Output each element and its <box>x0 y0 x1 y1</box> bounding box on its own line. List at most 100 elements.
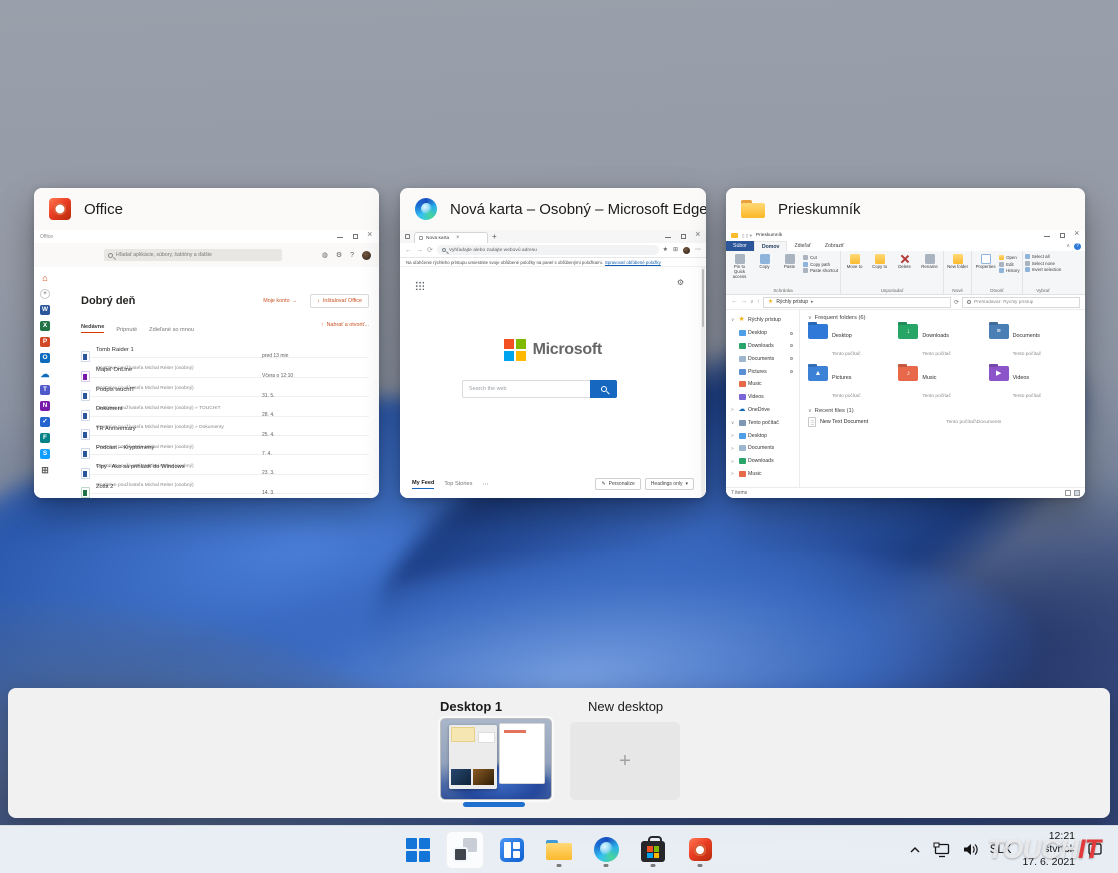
forward-icon[interactable]: → <box>741 299 748 306</box>
network-icon[interactable] <box>933 842 951 858</box>
details-view-icon[interactable] <box>1065 490 1071 496</box>
favorites-icon[interactable]: ★ <box>663 247 668 253</box>
new-desktop-tile[interactable]: + <box>570 722 680 800</box>
invert-selection-button[interactable]: Invert selection <box>1025 267 1062 272</box>
file-row[interactable]: Tomb Raider 1OneDrive používateľa Michal… <box>81 338 369 357</box>
clock[interactable]: 12:21 štvrtok 17. 6. 2021 <box>1022 830 1075 868</box>
open-button[interactable]: Open <box>999 255 1020 260</box>
tab-home[interactable]: Domov <box>754 241 788 251</box>
manage-favorites-link[interactable]: Spravovať obľúbené položky <box>605 260 661 265</box>
profile-avatar[interactable] <box>683 247 690 254</box>
nav-pc-music[interactable]: >Music <box>731 468 799 481</box>
back-icon[interactable]: ← <box>731 299 738 306</box>
notification-icon[interactable] <box>1086 841 1104 859</box>
file-row[interactable]: Podpis touchITOneDrive používateľa Micha… <box>81 377 369 396</box>
language-indicator[interactable]: SLK <box>990 844 1012 856</box>
excel-icon[interactable]: X <box>40 321 50 331</box>
properties-button[interactable]: Properties <box>974 253 997 270</box>
avatar[interactable] <box>362 251 371 260</box>
folder-tile-documents[interactable]: ≡DocumentsTento počítač <box>989 324 1079 360</box>
new-folder-button[interactable]: New folder <box>946 253 969 270</box>
desktop-1-label[interactable]: Desktop 1 <box>440 699 502 714</box>
tab-share[interactable]: Zdieľať <box>787 241 817 251</box>
window-edge[interactable]: Nová karta – Osobný – Microsoft Edge Nov… <box>400 188 706 498</box>
skype-icon[interactable]: S <box>40 449 50 459</box>
teams-icon[interactable]: T <box>40 385 50 395</box>
move-to-button[interactable]: Move to <box>843 253 866 270</box>
all-apps-icon[interactable]: ⊞ <box>40 465 50 475</box>
tab-actions-icon[interactable] <box>405 234 410 239</box>
folder-tile-videos[interactable]: ▶VideosTento počítač <box>989 366 1079 402</box>
tab-close-icon[interactable]: × <box>456 235 483 241</box>
store-button[interactable] <box>634 831 672 869</box>
restore-icon[interactable] <box>352 234 358 240</box>
tab-recent[interactable]: Nedávne <box>81 324 104 333</box>
select-none-button[interactable]: Select none <box>1025 261 1062 266</box>
office-button[interactable] <box>681 831 719 869</box>
rename-button[interactable]: Rename <box>918 253 941 270</box>
word-icon[interactable]: W <box>40 305 50 315</box>
widgets-button[interactable] <box>493 831 531 869</box>
task-view-button[interactable] <box>446 831 484 869</box>
onenote-icon[interactable]: N <box>40 401 50 411</box>
back-icon[interactable]: ← <box>405 247 412 254</box>
up-icon[interactable]: ↑ <box>757 299 760 306</box>
my-account-link[interactable]: Moje konto → <box>263 298 297 304</box>
nav-videos[interactable]: Videos <box>731 391 799 404</box>
nav-onedrive[interactable]: >☁OneDrive <box>731 404 799 417</box>
nav-pc-downloads[interactable]: >Downloads <box>731 455 799 468</box>
start-button[interactable] <box>399 831 437 869</box>
collections-icon[interactable]: ⊞ <box>673 247 678 253</box>
minimize-icon[interactable] <box>1044 233 1050 239</box>
history-button[interactable]: History <box>999 268 1020 273</box>
nav-music[interactable]: Music <box>731 378 799 391</box>
minimize-icon[interactable] <box>337 234 343 240</box>
window-office[interactable]: Office Office Hľadať aplikácie, súbory, … <box>34 188 379 498</box>
install-office-button[interactable]: ↓ Inštalovať Office <box>310 294 369 308</box>
top-sites-grid-icon[interactable] <box>415 281 424 290</box>
gear-icon[interactable]: ⚙ <box>336 252 342 259</box>
address-bar[interactable]: Vyhľadajte alebo zadajte webovú adresu <box>437 245 659 255</box>
nav-pc-desktop[interactable]: >Desktop <box>731 429 799 442</box>
thumbnails-view-icon[interactable] <box>1074 490 1080 496</box>
todo-icon[interactable]: ✓ <box>40 417 50 427</box>
tab-view[interactable]: Zobraziť <box>818 241 851 251</box>
folder-tile-pictures[interactable]: ▲PicturesTento počítač <box>808 366 898 402</box>
recent-locations-icon[interactable]: ∨ <box>750 300 754 305</box>
feed-tab-top-stories[interactable]: Top Stories <box>444 481 472 487</box>
nav-quick-access[interactable]: ∨★Rýchly prístup <box>731 314 799 327</box>
refresh-icon[interactable]: ⟳ <box>427 247 433 254</box>
scrollbar[interactable] <box>701 267 705 498</box>
personalize-button[interactable]: ✎Personalize <box>595 478 640 490</box>
folder-tile-desktop[interactable]: DesktopTento počítač <box>808 324 898 360</box>
file-row[interactable]: DokumentOneDrive používateľa Michal Reit… <box>81 396 369 415</box>
new-tab-icon[interactable]: + <box>492 233 497 241</box>
file-row[interactable]: Podcast – KryptomenyOneDrive používateľa… <box>81 435 369 454</box>
create-icon[interactable]: + <box>40 289 50 299</box>
folder-tile-downloads[interactable]: ↓DownloadsTento počítač <box>898 324 988 360</box>
tray-chevron-up-icon[interactable] <box>908 843 922 857</box>
maximize-icon[interactable] <box>1059 233 1065 239</box>
cut-button[interactable]: Cut <box>803 255 838 260</box>
nav-pictures[interactable]: Pictures <box>731 365 799 378</box>
recent-file-row[interactable]: New Text Document Tento počítač\Document… <box>808 417 1079 427</box>
address-breadcrumb[interactable]: ★ Rýchly prístup ▸ <box>763 297 951 308</box>
home-icon[interactable]: ⌂ <box>40 273 50 283</box>
file-row[interactable]: Zošit 2OneDrive používateľa Michal Reite… <box>81 474 369 493</box>
paste-button[interactable]: Paste <box>778 253 801 270</box>
nav-documents[interactable]: Documents <box>731 352 799 365</box>
forms-icon[interactable]: F <box>40 433 50 443</box>
window-explorer[interactable]: Prieskumník ▯ ▯ ▾ Prieskumník Súbor Domo… <box>726 188 1085 498</box>
more-icon[interactable]: ⋯ <box>695 247 701 253</box>
edit-button[interactable]: Edit <box>999 262 1020 267</box>
help-icon[interactable]: ? <box>1074 243 1081 250</box>
copy-path-button[interactable]: Copy path <box>803 262 838 267</box>
refresh-icon[interactable]: ⟳ <box>954 299 959 306</box>
maximize-icon[interactable] <box>680 234 686 240</box>
folder-tile-music[interactable]: ♪MusicTento počítač <box>898 366 988 402</box>
delete-button[interactable]: Delete <box>893 253 916 270</box>
frequent-folders-header[interactable]: ∨Frequent folders (6) <box>808 315 1079 321</box>
close-icon[interactable] <box>1074 233 1080 239</box>
help-icon[interactable]: ? <box>350 252 354 259</box>
edge-tab[interactable]: Nová karta × <box>414 232 488 243</box>
